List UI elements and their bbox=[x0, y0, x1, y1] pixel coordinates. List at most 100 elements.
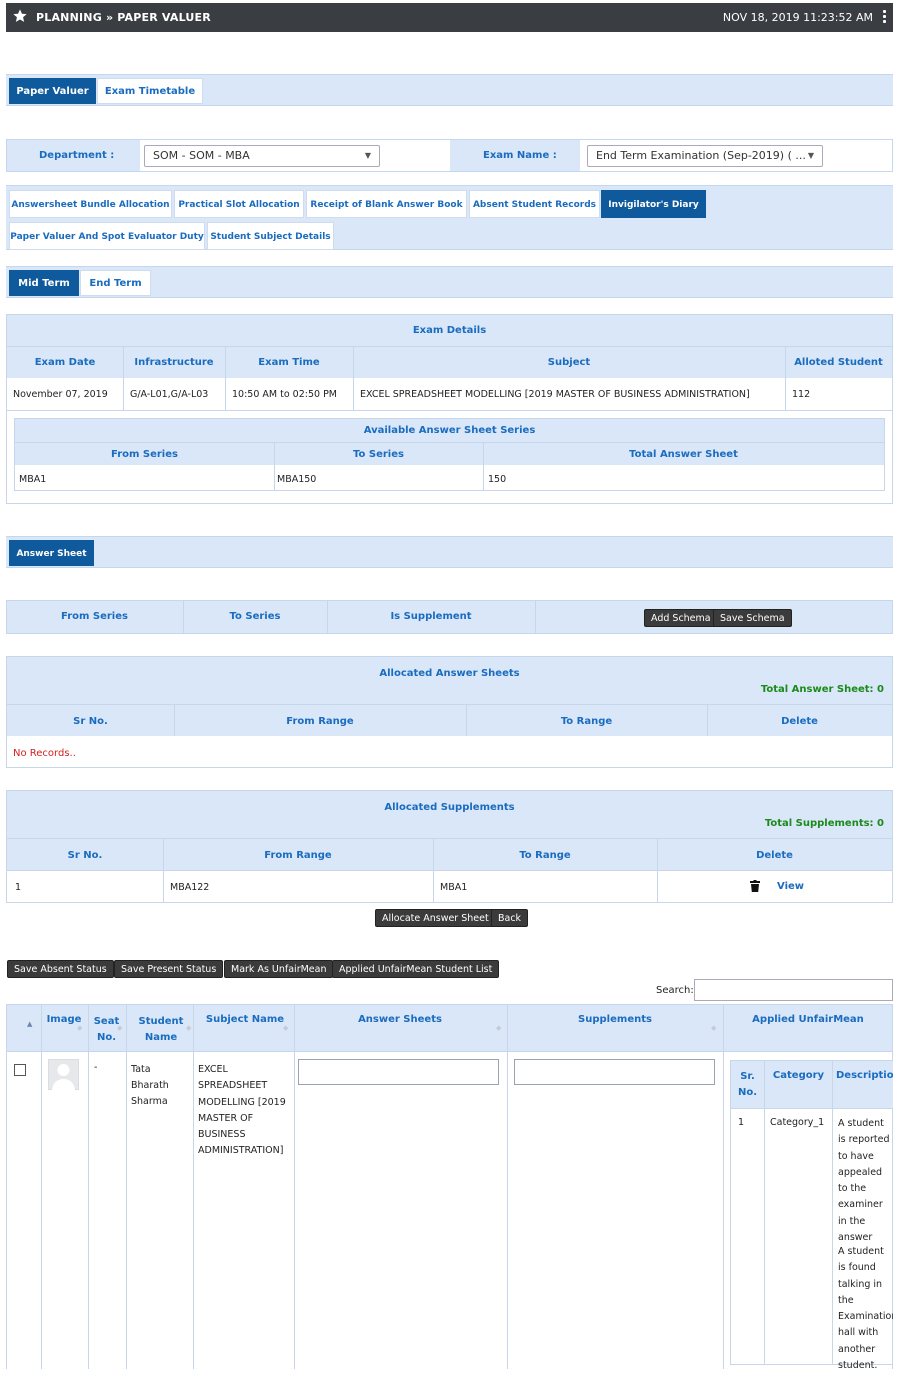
col-supplements[interactable]: Supplements bbox=[507, 1014, 723, 1025]
divider bbox=[7, 346, 892, 347]
divider bbox=[274, 443, 275, 490]
divider bbox=[353, 347, 354, 410]
top-bar: PLANNING » PAPER VALUER NOV 18, 2019 11:… bbox=[6, 3, 893, 32]
divider bbox=[7, 1051, 892, 1052]
to-series-value: MBA150 bbox=[277, 474, 317, 485]
col-delete: Delete bbox=[756, 850, 793, 861]
tab-practical-slot[interactable]: Practical Slot Allocation bbox=[174, 190, 304, 218]
col-description: Description bbox=[836, 1070, 893, 1081]
col-sr-no: Sr No. bbox=[67, 850, 103, 861]
col-from-range: From Range bbox=[264, 850, 332, 861]
tab-end-term[interactable]: End Term bbox=[80, 270, 151, 296]
answer-sheets-input[interactable] bbox=[298, 1059, 499, 1085]
supp-sr-value: 1 bbox=[15, 882, 22, 893]
divider bbox=[7, 704, 892, 705]
divider bbox=[88, 1005, 89, 1369]
total-supplements: Total Supplements: 0 bbox=[764, 818, 884, 829]
allocated-sheets-title: Allocated Answer Sheets bbox=[379, 668, 520, 679]
seat-no-value: - bbox=[94, 1062, 98, 1073]
col-sr-no: Sr No. bbox=[73, 716, 108, 727]
sort-icon: ◆ bbox=[186, 1024, 192, 1032]
divider bbox=[126, 1005, 127, 1369]
unfair-description-1: A student is reported to have appealed t… bbox=[838, 1118, 890, 1244]
kebab-menu-icon[interactable] bbox=[883, 10, 887, 26]
divider bbox=[707, 705, 708, 736]
back-button[interactable]: Back bbox=[491, 909, 529, 927]
col-sr-no: Sr. No. bbox=[737, 1071, 758, 1098]
divider bbox=[7, 838, 892, 839]
exam-name-value: End Term Examination (Sep-2019) ( ... bbox=[596, 149, 806, 162]
exam-name-label: Exam Name : bbox=[483, 150, 557, 161]
col-from-range: From Range bbox=[286, 716, 354, 727]
schema-from-series: From Series bbox=[61, 611, 128, 622]
exam-time-value: 10:50 AM to 02:50 PM bbox=[232, 389, 337, 400]
col-alloted-student: Alloted Student bbox=[794, 357, 883, 368]
mark-unfairmean-button[interactable]: Mark As UnfairMean bbox=[224, 960, 334, 978]
allocate-answer-sheet-button[interactable]: Allocate Answer Sheet bbox=[375, 909, 496, 927]
tab-paper-valuer-spot[interactable]: Paper Valuer And Spot Evaluator Duty bbox=[9, 222, 205, 250]
supplements-input[interactable] bbox=[514, 1059, 715, 1085]
allocated-supplements-title: Allocated Supplements bbox=[384, 802, 515, 813]
tab-absent-student[interactable]: Absent Student Records bbox=[469, 190, 600, 218]
chevron-down-icon: ▼ bbox=[807, 151, 814, 160]
save-present-status-button[interactable]: Save Present Status bbox=[114, 960, 224, 978]
search-input[interactable] bbox=[694, 979, 893, 1001]
tab-paper-valuer[interactable]: Paper Valuer bbox=[9, 78, 96, 104]
add-schema-button[interactable]: Add Schema bbox=[644, 609, 718, 627]
schema-is-supplement: Is Supplement bbox=[390, 611, 472, 622]
divider bbox=[785, 347, 786, 410]
divider bbox=[294, 1005, 295, 1369]
from-series-value: MBA1 bbox=[19, 474, 47, 485]
department-value: SOM - SOM - MBA bbox=[153, 149, 250, 162]
applied-unfairmean-list-button[interactable]: Applied UnfairMean Student List bbox=[332, 960, 500, 978]
divider bbox=[507, 1005, 508, 1369]
tab-answersheet-bundle[interactable]: Answersheet Bundle Allocation bbox=[9, 190, 172, 218]
unfair-category-value: Category_1 bbox=[770, 1117, 825, 1128]
supp-to-value: MBA1 bbox=[440, 882, 468, 893]
department-select[interactable]: SOM - SOM - MBA ▼ bbox=[144, 145, 380, 167]
col-answer-sheets[interactable]: Answer Sheets bbox=[294, 1014, 506, 1025]
col-from-series: From Series bbox=[111, 449, 178, 460]
infrastructure-value: G/A-L01,G/A-L03 bbox=[130, 389, 209, 400]
divider bbox=[15, 442, 884, 443]
divider bbox=[764, 1061, 765, 1364]
tab-student-subject[interactable]: Student Subject Details bbox=[207, 222, 334, 250]
sort-icon: ◆ bbox=[496, 1024, 502, 1032]
no-records-text: No Records.. bbox=[13, 748, 76, 759]
save-schema-button[interactable]: Save Schema bbox=[713, 609, 792, 627]
page-title: PLANNING » PAPER VALUER bbox=[36, 11, 211, 24]
col-delete: Delete bbox=[781, 716, 818, 727]
divider bbox=[7, 410, 892, 411]
divider bbox=[535, 601, 536, 633]
col-subject: Subject bbox=[547, 357, 591, 368]
divider bbox=[193, 1005, 194, 1369]
row-checkbox[interactable] bbox=[14, 1064, 26, 1076]
exam-name-select[interactable]: End Term Examination (Sep-2019) ( ... ▼ bbox=[587, 145, 823, 167]
unfair-sr-value: 1 bbox=[738, 1117, 745, 1128]
sort-asc-icon[interactable]: ▲ bbox=[27, 1020, 32, 1028]
col-subject-name[interactable]: Subject Name bbox=[197, 1014, 293, 1025]
tab-receipt-blank[interactable]: Receipt of Blank Answer Book bbox=[306, 190, 467, 218]
save-absent-status-button[interactable]: Save Absent Status bbox=[7, 960, 114, 978]
chevron-down-icon: ▼ bbox=[364, 151, 371, 160]
col-to-range: To Range bbox=[519, 850, 571, 861]
view-link[interactable]: View bbox=[777, 881, 804, 892]
tab-invigilator-diary[interactable]: Invigilator's Diary bbox=[601, 190, 706, 218]
trash-icon[interactable] bbox=[750, 880, 760, 892]
divider bbox=[731, 1108, 893, 1109]
col-applied-unfairmean: Applied UnfairMean bbox=[752, 1014, 864, 1025]
divider bbox=[832, 1061, 833, 1364]
sort-icon: ◆ bbox=[117, 1024, 123, 1032]
col-total-answer-sheet: Total Answer Sheet bbox=[629, 449, 738, 460]
total-answer-sheet: Total Answer Sheet: 0 bbox=[760, 684, 884, 695]
star-icon[interactable] bbox=[12, 8, 28, 24]
exam-details-title: Exam Details bbox=[412, 325, 487, 336]
tab-exam-timetable[interactable]: Exam Timetable bbox=[97, 78, 203, 104]
search-label: Search: bbox=[656, 985, 694, 996]
col-to-range: To Range bbox=[560, 716, 613, 727]
tab-answer-sheet[interactable]: Answer Sheet bbox=[9, 540, 94, 566]
exam-date-value: November 07, 2019 bbox=[13, 389, 108, 400]
sort-icon: ◆ bbox=[283, 1024, 289, 1032]
tab-mid-term[interactable]: Mid Term bbox=[9, 270, 79, 296]
col-exam-date: Exam Date bbox=[34, 357, 96, 368]
